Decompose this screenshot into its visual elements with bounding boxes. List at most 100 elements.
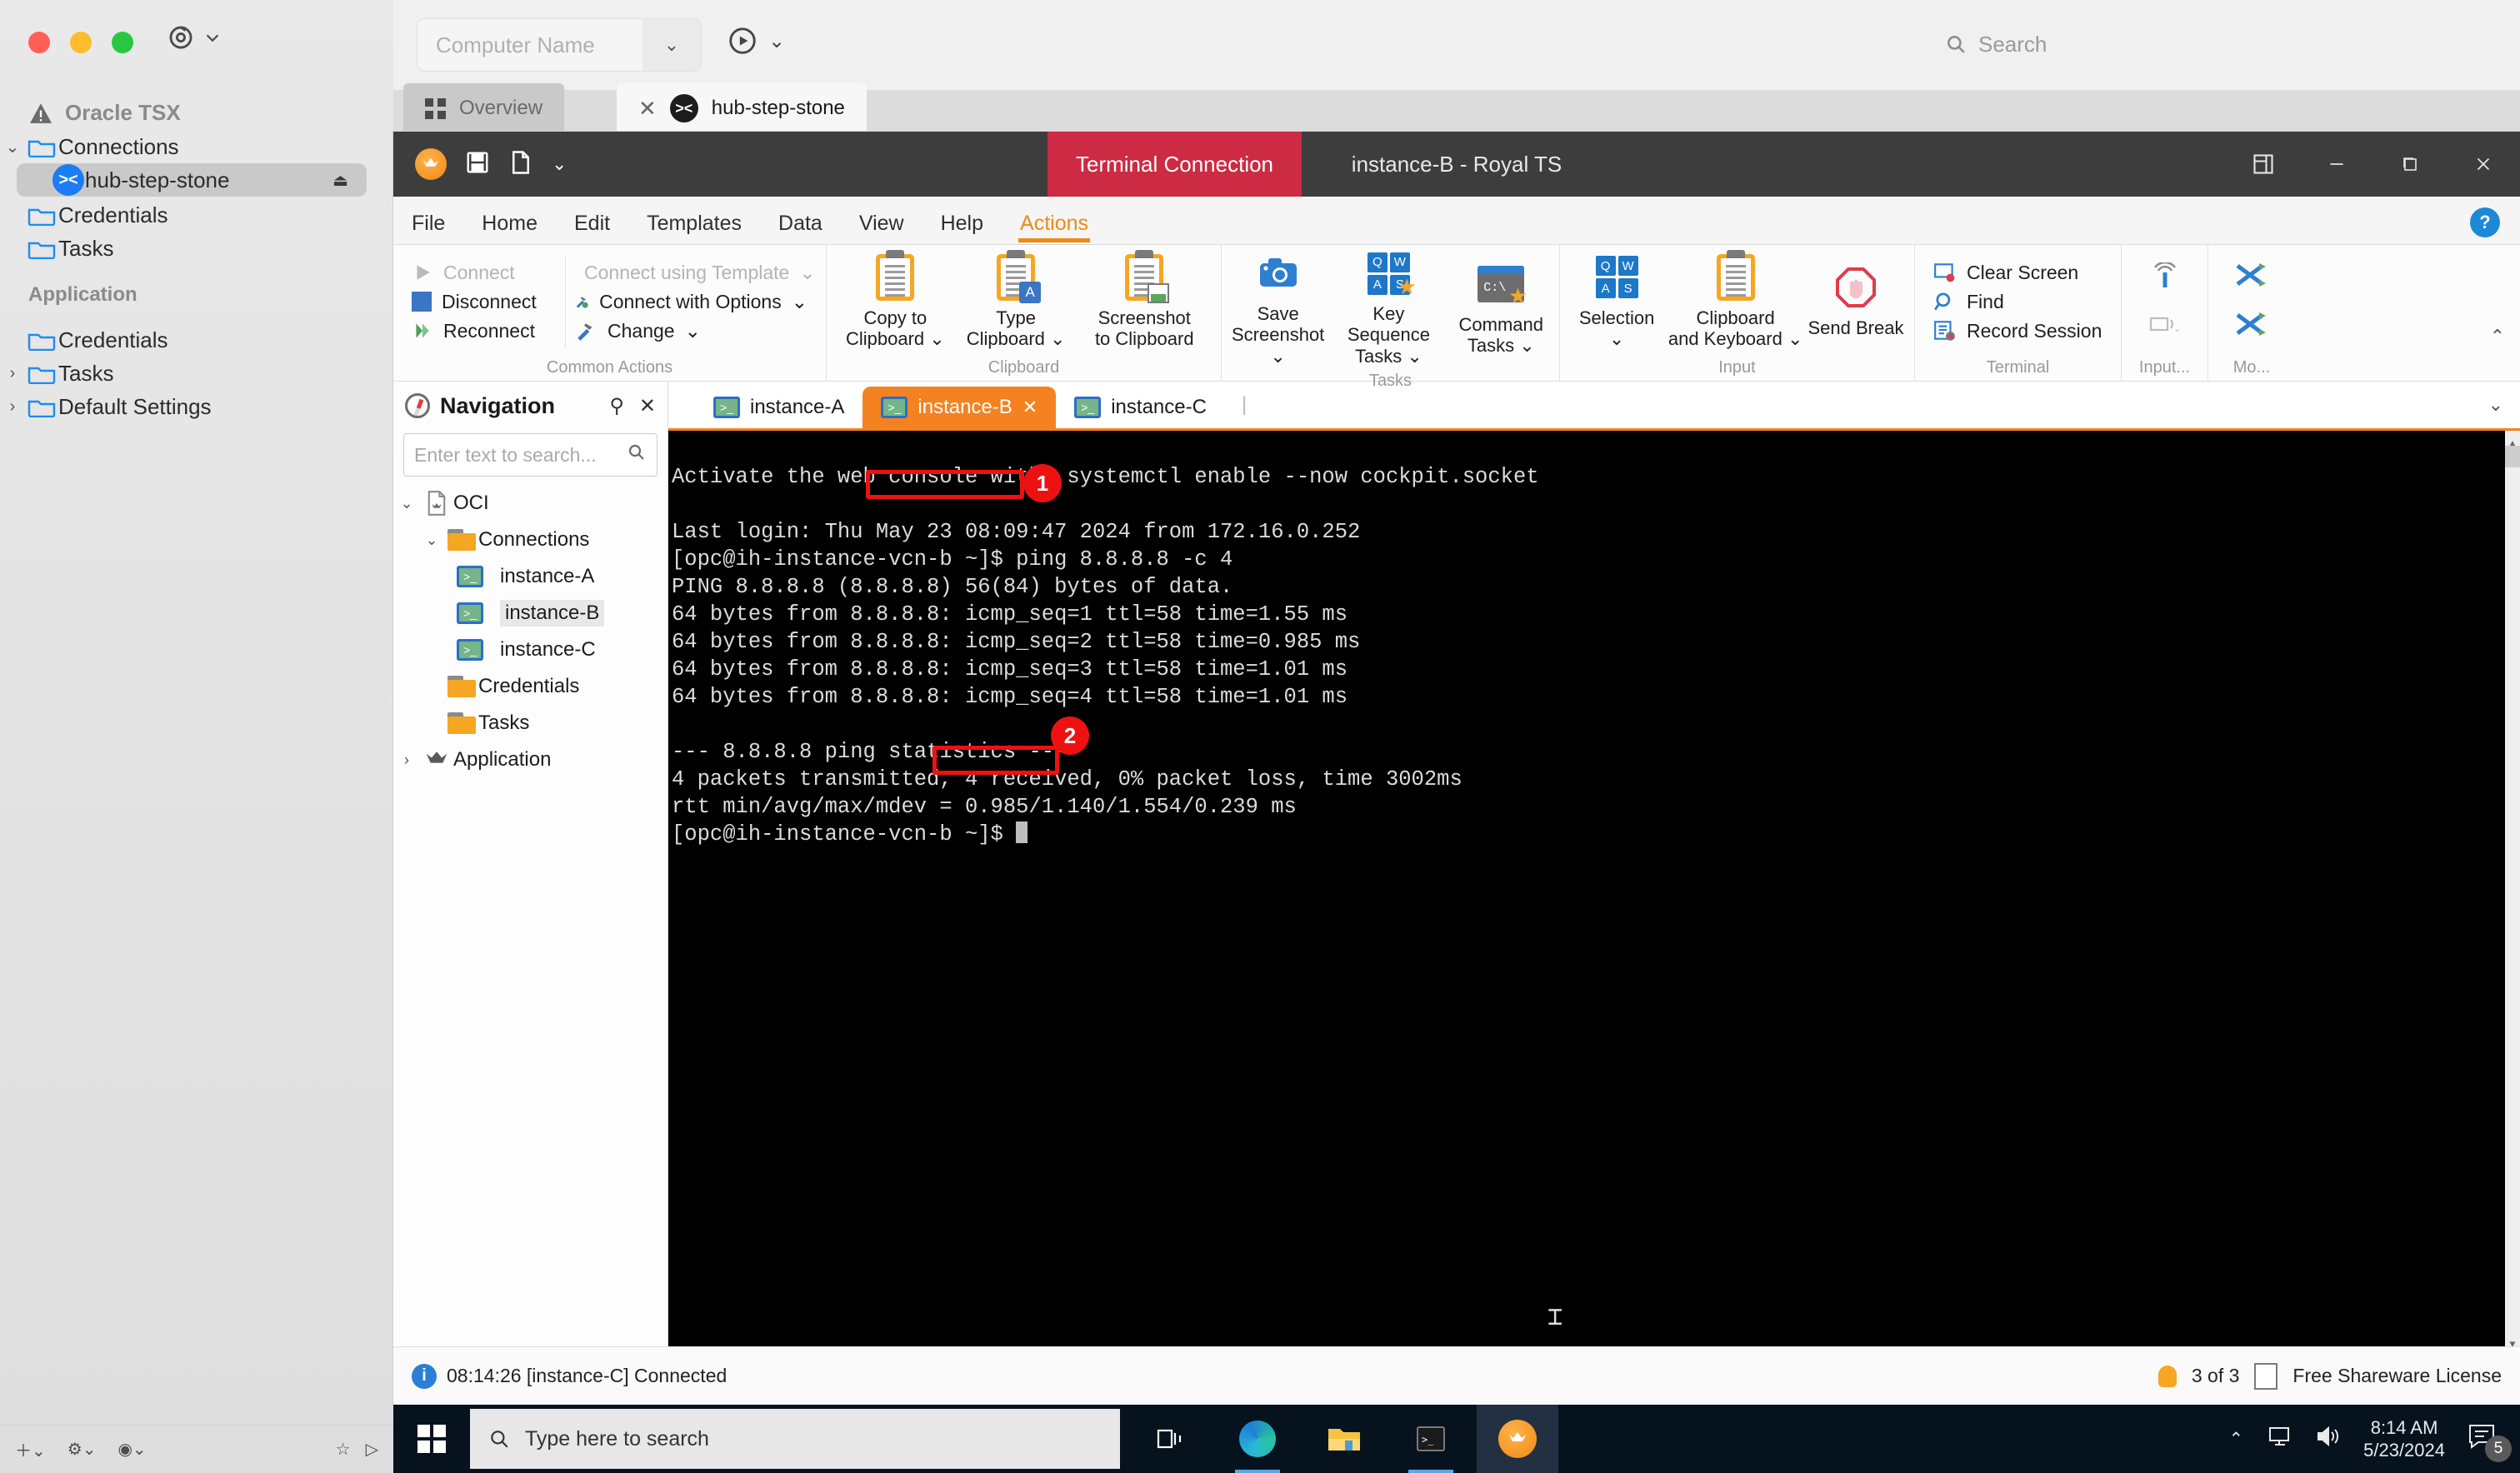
- connect-with-options-button[interactable]: Connect with Options ⌄: [574, 291, 808, 313]
- chevron-down-icon[interactable]: ⌄: [0, 137, 25, 157]
- chevron-down-icon[interactable]: ⌄: [929, 328, 944, 349]
- tree-item-application[interactable]: › Application: [393, 741, 668, 778]
- play-icon[interactable]: ▷: [366, 1439, 378, 1460]
- chevron-down-icon[interactable]: ⌄: [799, 262, 815, 284]
- menu-data[interactable]: Data: [760, 212, 841, 244]
- taskbar-search-input[interactable]: Type here to search: [470, 1409, 1120, 1469]
- chevron-down-icon[interactable]: ⌄: [393, 495, 420, 512]
- selection-button[interactable]: QWAS Selection ⌄: [1570, 254, 1663, 350]
- broadcast-off-icon[interactable]: ⌄: [2148, 312, 2182, 341]
- maximize-window-icon[interactable]: [112, 32, 133, 53]
- chevron-down-icon[interactable]: ⌄: [418, 532, 445, 549]
- menu-view[interactable]: View: [841, 212, 922, 244]
- network-icon[interactable]: [2265, 1424, 2293, 1454]
- key-sequence-tasks-button[interactable]: Q W A S ★ Key Sequence Tasks ⌄: [1329, 250, 1448, 367]
- chevron-down-icon[interactable]: ⌄: [1788, 328, 1802, 349]
- mac-search-field[interactable]: Search: [1930, 18, 2497, 70]
- status-icon[interactable]: ◉⌄: [118, 1439, 146, 1460]
- sidebar-item-hub-step-stone[interactable]: >< hub-step-stone ⏏: [17, 163, 367, 197]
- pin-icon[interactable]: ⚲: [609, 394, 624, 418]
- chevron-right-icon[interactable]: ›: [0, 364, 25, 383]
- taskbar-clock[interactable]: 8:14 AM 5/23/2024: [2363, 1416, 2445, 1462]
- new-document-icon[interactable]: [508, 150, 533, 179]
- tree-item-oci[interactable]: ⌄ OCI: [393, 485, 668, 522]
- sidebar-item-app-credentials[interactable]: Credentials: [0, 323, 375, 357]
- tab-hub-step-stone[interactable]: ✕ >< hub-step-stone: [617, 83, 867, 133]
- menu-help[interactable]: Help: [922, 212, 1002, 244]
- screenshot-to-clipboard-button[interactable]: Screenshot to Clipboard: [1078, 253, 1212, 350]
- record-control[interactable]: [167, 23, 222, 52]
- connect-using-template-button[interactable]: Connect using Template ⌄: [574, 262, 816, 284]
- close-icon[interactable]: ✕: [639, 394, 656, 418]
- type-clipboard-button[interactable]: A Type Clipboard ⌄: [958, 253, 1075, 350]
- tree-item-instance-b[interactable]: >_ instance-B: [393, 595, 668, 632]
- connect-button[interactable]: Connect: [412, 262, 557, 284]
- close-window-icon[interactable]: [28, 32, 50, 53]
- tree-item-tasks[interactable]: Tasks: [393, 705, 668, 741]
- customize-qat-icon[interactable]: ⌄: [552, 153, 567, 175]
- menu-templates[interactable]: Templates: [628, 212, 760, 244]
- change-button[interactable]: Change ⌄: [574, 320, 808, 342]
- eject-icon[interactable]: ⏏: [332, 170, 348, 191]
- close-icon[interactable]: ✕: [638, 96, 657, 122]
- close-button[interactable]: [2447, 132, 2520, 197]
- sidebar-item-connections[interactable]: ⌄ Connections: [0, 130, 375, 163]
- minimize-window-icon[interactable]: [70, 32, 92, 53]
- scrollbar-thumb[interactable]: [2505, 446, 2520, 467]
- layout-icon[interactable]: [2227, 132, 2300, 197]
- reconnect-button[interactable]: Reconnect: [412, 320, 557, 342]
- task-view-icon[interactable]: [1130, 1405, 1212, 1473]
- sidebar-item-tasks[interactable]: Tasks: [0, 232, 375, 265]
- tab-overview[interactable]: Overview: [403, 83, 565, 133]
- chevron-down-icon[interactable]: ⌄: [1050, 328, 1065, 349]
- terminal-output[interactable]: Activate the web console with: systemctl…: [668, 428, 2520, 1346]
- close-icon[interactable]: ✕: [1022, 397, 1038, 418]
- copy-to-clipboard-button[interactable]: Copy to Clipboard ⌄: [837, 253, 954, 350]
- session-tabs-overflow-icon[interactable]: ⌄: [2488, 394, 2503, 416]
- chevron-down-icon[interactable]: ⌄: [768, 29, 785, 53]
- chevron-down-icon[interactable]: ⌄: [1609, 328, 1624, 349]
- show-hidden-icons[interactable]: ⌃: [2229, 1429, 2244, 1450]
- help-icon[interactable]: ?: [2470, 207, 2500, 237]
- window-traffic-lights[interactable]: [28, 32, 133, 53]
- save-screenshot-button[interactable]: Save Screenshot ⌄: [1232, 250, 1324, 367]
- chevron-down-icon[interactable]: ⌄: [1270, 346, 1285, 367]
- computer-name-input[interactable]: Computer Name: [418, 32, 642, 58]
- session-tab-instance-c[interactable]: >_ instance-C: [1056, 387, 1225, 428]
- settings-gear-icon[interactable]: ⚙⌄: [68, 1439, 97, 1460]
- disconnect-button[interactable]: Disconnect: [412, 291, 557, 313]
- send-break-button[interactable]: Send Break: [1808, 264, 1904, 338]
- connect-play-button[interactable]: ⌄: [727, 25, 785, 57]
- clear-screen-button[interactable]: Clear Screen: [1933, 262, 2102, 284]
- collapse-ribbon-icon[interactable]: ⌃: [2490, 326, 2505, 347]
- scroll-up-icon[interactable]: ▲: [2505, 431, 2520, 450]
- taskbar-file-explorer-icon[interactable]: [1303, 1405, 1385, 1473]
- chevron-right-icon[interactable]: ›: [0, 397, 25, 417]
- terminal-scrollbar[interactable]: ▲ ▼: [2505, 431, 2520, 1346]
- taskbar-edge-icon[interactable]: [1217, 1405, 1298, 1473]
- tree-item-instance-c[interactable]: >_ instance-C: [393, 632, 668, 668]
- menu-actions[interactable]: Actions: [1002, 212, 1107, 244]
- notification-center-icon[interactable]: 5: [2467, 1422, 2512, 1462]
- find-button[interactable]: Find: [1933, 291, 2102, 313]
- windows-start-button[interactable]: [393, 1425, 470, 1453]
- volume-icon[interactable]: [2315, 1425, 2342, 1453]
- taskbar-terminal-icon[interactable]: >_: [1390, 1405, 1472, 1473]
- sidebar-item-app-tasks[interactable]: › Tasks: [0, 357, 375, 390]
- command-tasks-button[interactable]: C:\ ★ Command Tasks ⌄: [1452, 261, 1549, 357]
- chevron-down-icon[interactable]: ⌄: [642, 19, 701, 71]
- tree-item-connections[interactable]: ⌄ Connections: [393, 522, 668, 558]
- session-tab-instance-a[interactable]: >_ instance-A: [695, 387, 862, 428]
- chevron-down-icon[interactable]: ⌄: [792, 291, 808, 313]
- chevron-down-icon[interactable]: ⌄: [1519, 335, 1534, 356]
- menu-file[interactable]: File: [393, 212, 463, 244]
- shuffle-icon[interactable]: [2234, 261, 2269, 293]
- chevron-right-icon[interactable]: ›: [393, 751, 420, 769]
- shuffle-icon[interactable]: [2234, 310, 2269, 342]
- maximize-button[interactable]: [2373, 132, 2447, 197]
- tree-item-credentials[interactable]: Credentials: [393, 668, 668, 705]
- menu-home[interactable]: Home: [463, 212, 556, 244]
- computer-name-combobox[interactable]: Computer Name ⌄: [417, 18, 702, 72]
- favorite-star-icon[interactable]: ☆: [336, 1439, 351, 1460]
- record-session-button[interactable]: Record Session: [1933, 320, 2102, 342]
